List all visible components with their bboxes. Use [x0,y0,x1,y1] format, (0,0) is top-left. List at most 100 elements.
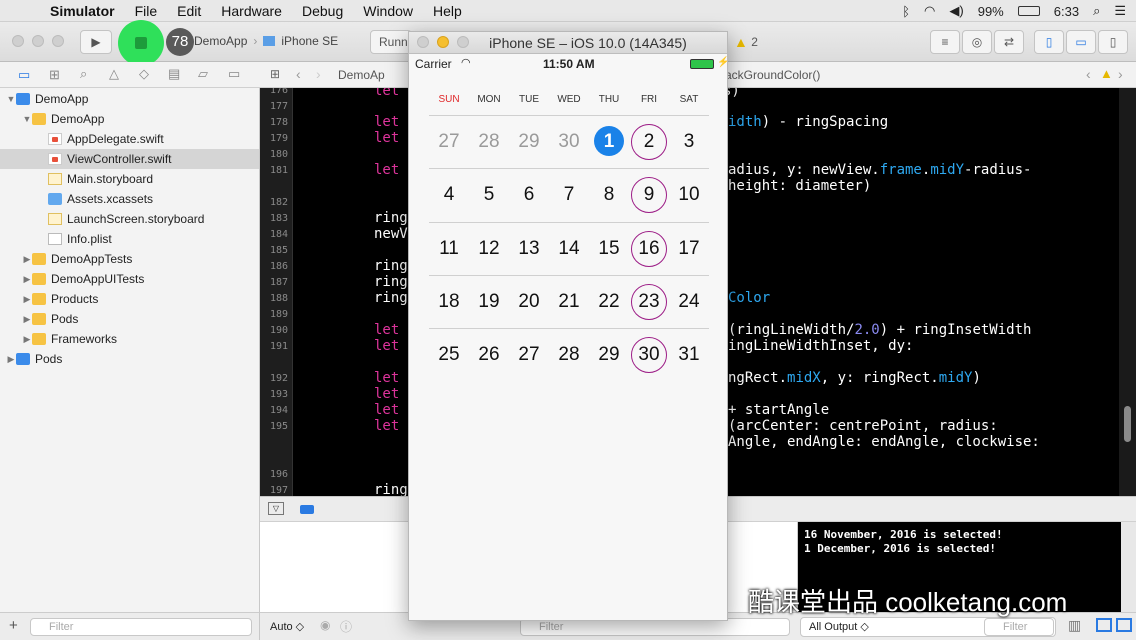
right-pane-icon[interactable] [1116,618,1132,632]
debug-tab-icon[interactable]: ▤ [168,66,180,82]
editor-scrollbar[interactable] [1119,88,1136,496]
calendar-day[interactable]: 17 [669,231,709,267]
calendar-day[interactable]: 8 [589,177,629,213]
symbol-tab-icon[interactable]: ⊞ [49,67,60,83]
disclosure-triangle-icon[interactable]: ▶ [22,274,32,285]
calendar-day[interactable]: 11 [429,231,469,267]
calendar-day[interactable]: 9 [629,177,669,214]
next-issue-icon[interactable]: › [1118,66,1123,82]
breakpoints-toggle-icon[interactable] [300,505,314,514]
simulator-titlebar[interactable]: iPhone SE – iOS 10.0 (14A345) [409,32,727,54]
calendar-day[interactable]: 12 [469,231,509,267]
back-arrow-icon[interactable]: ‹ [296,66,301,82]
calendar-day[interactable]: 21 [549,284,589,320]
menu-simulator[interactable]: Simulator [40,0,125,22]
calendar-day[interactable]: 27 [509,337,549,373]
calendar-day[interactable]: 25 [429,337,469,373]
left-pane-icon[interactable] [1096,618,1112,632]
window-close-button[interactable] [12,35,24,47]
navigator-item[interactable]: ▶ Pods [0,309,259,329]
menu-hardware[interactable]: Hardware [211,0,292,22]
disclosure-triangle-icon[interactable]: ▼ [22,114,32,124]
calendar-day[interactable]: 4 [429,177,469,213]
menu-file[interactable]: File [125,0,168,22]
navigator-item[interactable]: ▶ DemoAppUITests [0,269,259,289]
window-zoom-button[interactable] [52,35,64,47]
calendar-day[interactable]: 14 [549,231,589,267]
warning-icon[interactable]: ▲ [1100,66,1113,81]
toggle-utilities-button[interactable]: ▯ [1098,30,1128,54]
folder-tab-icon[interactable]: ▭ [18,67,30,83]
console-filter-input[interactable]: Filter [984,618,1054,636]
jump-method[interactable]: ackGroundColor() [725,68,820,82]
scheme-selector[interactable]: DemoApp › iPhone SE [194,30,338,52]
navigator-item[interactable]: ▶ Pods [0,349,259,369]
calendar-day[interactable]: 3 [669,124,709,160]
calendar-day[interactable]: 13 [509,231,549,267]
navigator-item[interactable]: ▶ Frameworks [0,329,259,349]
calendar-day[interactable]: 23 [629,284,669,321]
menu-help[interactable]: Help [423,0,472,22]
calendar-day[interactable]: 30 [629,337,669,374]
disclosure-triangle-icon[interactable]: ▼ [6,94,16,104]
toggle-debug-button[interactable]: ▭ [1066,30,1096,54]
trash-icon[interactable]: ▥ [1068,617,1081,634]
calendar-day[interactable]: 2 [629,124,669,161]
calendar-day[interactable]: 1 [589,124,629,160]
breakpoint-tab-icon[interactable]: ▱ [198,66,208,82]
report-tab-icon[interactable]: ▭ [228,66,240,82]
window-minimize-button[interactable] [32,35,44,47]
scrollbar-thumb[interactable] [1124,406,1131,442]
navigator-item[interactable]: Main.storyboard [0,169,259,189]
disclosure-triangle-icon[interactable]: ▶ [22,294,32,305]
calendar-day[interactable]: 28 [469,124,509,160]
related-items-icon[interactable]: ⊞ [270,67,280,81]
spotlight-icon[interactable]: ⌕ [1093,3,1100,19]
disclosure-triangle-icon[interactable]: ▶ [6,354,16,365]
notification-center-icon[interactable]: ☰ [1114,3,1126,19]
search-tab-icon[interactable]: ⌕ [80,66,87,82]
navigator-item[interactable]: ▼ DemoApp [0,109,259,129]
calendar-day[interactable]: 26 [469,337,509,373]
navigator-filter-input[interactable]: Filter [30,618,252,636]
variables-scope-select[interactable]: Auto ◇ [270,620,304,633]
info-icon[interactable]: ⓘ [340,618,352,635]
clock[interactable]: 6:33 [1054,4,1079,19]
calendar-day[interactable]: 20 [509,284,549,320]
calendar-day[interactable]: 10 [669,177,709,213]
calendar-day[interactable]: 24 [669,284,709,320]
calendar-day[interactable]: 30 [549,124,589,160]
sim-close-button[interactable] [417,36,429,48]
navigator-item[interactable]: LaunchScreen.storyboard [0,209,259,229]
sim-minimize-button[interactable] [437,36,449,48]
calendar-day[interactable]: 15 [589,231,629,267]
calendar-day[interactable]: 5 [469,177,509,213]
forward-arrow-icon[interactable]: › [316,66,321,82]
hide-debug-icon[interactable]: ▽ [268,502,284,515]
calendar-day[interactable]: 22 [589,284,629,320]
calendar-day[interactable]: 27 [429,124,469,160]
jump-file[interactable]: DemoAp [338,68,385,82]
calendar-day[interactable]: 19 [469,284,509,320]
issue-tab-icon[interactable]: △ [109,66,119,82]
bluetooth-icon[interactable]: ᛒ [902,4,910,19]
version-editor-button[interactable]: ⇄ [994,30,1024,54]
standard-editor-button[interactable]: ≡ [930,30,960,54]
calendar-day[interactable]: 29 [589,337,629,373]
calendar-day[interactable]: 18 [429,284,469,320]
prev-issue-icon[interactable]: ‹ [1086,66,1091,82]
calendar-day[interactable]: 29 [509,124,549,160]
scheme-app[interactable]: DemoApp [194,34,247,48]
menu-edit[interactable]: Edit [167,0,211,22]
calendar-day[interactable]: 6 [509,177,549,213]
add-icon[interactable]: + [9,617,18,634]
navigator-item[interactable]: ViewController.swift [0,149,259,169]
menu-window[interactable]: Window [353,0,423,22]
navigator-item[interactable]: AppDelegate.swift [0,129,259,149]
wifi-icon[interactable]: ◠ [924,3,935,19]
battery-icon[interactable] [1017,6,1040,16]
volume-icon[interactable]: ◀) [949,3,963,19]
run-button[interactable]: ▶ [80,30,112,54]
calendar-day[interactable]: 7 [549,177,589,213]
calendar-day[interactable]: 16 [629,230,669,267]
